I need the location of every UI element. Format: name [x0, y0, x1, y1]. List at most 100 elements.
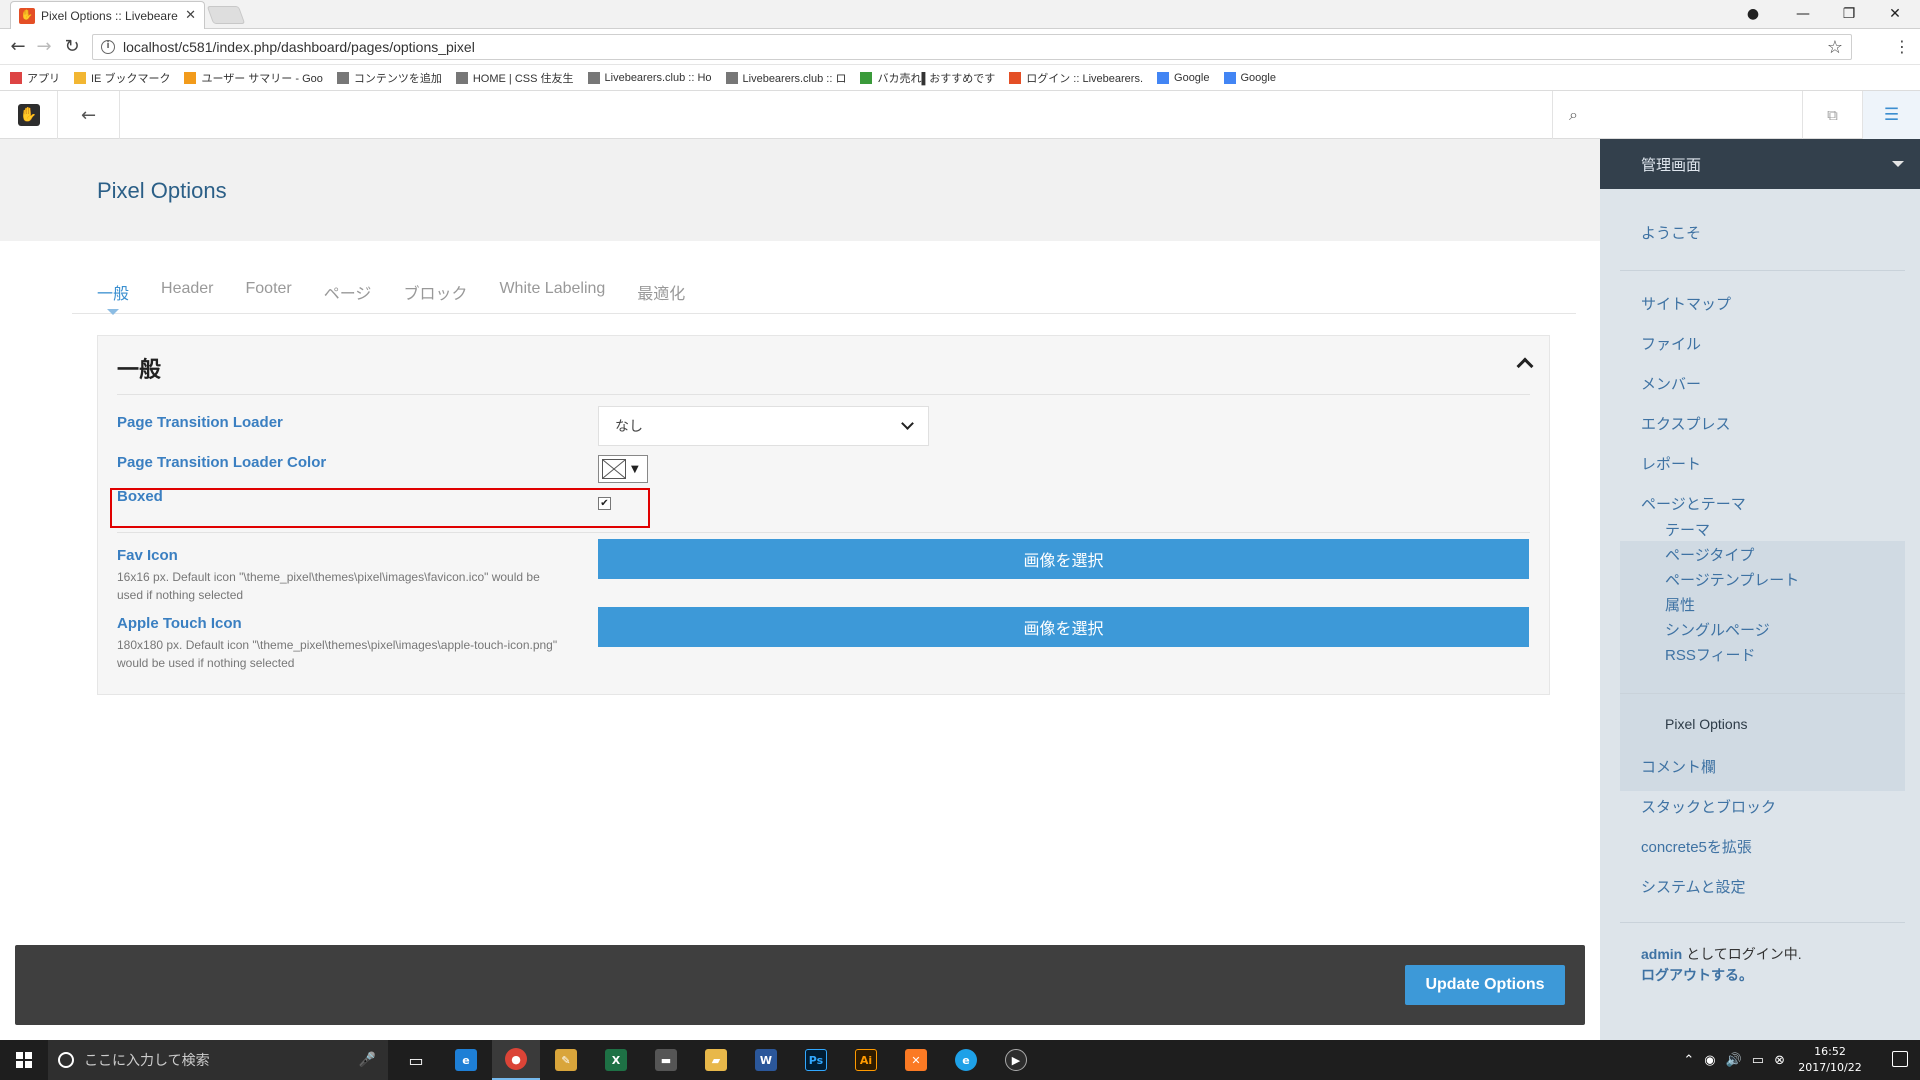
login-username[interactable]: admin [1641, 946, 1682, 962]
clock-time: 16:52 [1814, 1045, 1846, 1058]
dashboard-item[interactable]: コメント欄 [1641, 756, 1716, 777]
illustrator-icon[interactable]: Ai [842, 1040, 890, 1080]
back-arrow-icon[interactable]: ← [6, 35, 30, 59]
bookmark-favicon-icon [74, 71, 86, 84]
concrete5-logo[interactable]: ✋ [0, 91, 58, 139]
bookmark-item[interactable]: HOME | CSS 住友生 [455, 70, 574, 86]
tab-5[interactable]: White Labeling [499, 278, 605, 313]
boxed-checkbox[interactable]: ✔ [598, 497, 611, 510]
bookmark-item[interactable]: Google [1157, 71, 1210, 84]
new-tab-button[interactable] [206, 6, 246, 24]
bookmark-item[interactable]: Google [1223, 71, 1276, 84]
file-explorer-icon[interactable]: ▰ [692, 1040, 740, 1080]
dashboard-subitem[interactable]: RSSフィード [1665, 644, 1756, 665]
page-transition-loader-select[interactable]: なし [598, 406, 929, 446]
toolbar-search[interactable]: ⌕ [1552, 91, 1802, 139]
bookmark-item[interactable]: ユーザー サマリー - Goo [184, 70, 323, 86]
dashboard-subitem-current[interactable]: Pixel Options [1665, 716, 1747, 732]
tab-4[interactable]: ブロック [403, 278, 467, 313]
dashboard-divider [1620, 270, 1905, 271]
volume-icon[interactable]: 🔊 [1726, 1053, 1742, 1068]
multilingual-icon[interactable]: ⧉ [1802, 91, 1862, 139]
panel-title: 一般 [117, 358, 162, 383]
logout-link[interactable]: ログアウトする。 [1641, 965, 1753, 985]
task-view-icon[interactable]: ▭ [392, 1040, 440, 1080]
dashboard-divider [1620, 693, 1905, 694]
word-icon[interactable]: W [742, 1040, 790, 1080]
apple-touch-icon-select-image-button[interactable]: 画像を選択 [598, 607, 1529, 647]
tab-1[interactable]: Header [161, 278, 213, 313]
bookmark-favicon-icon [1157, 71, 1170, 84]
cortana-icon [58, 1052, 74, 1068]
ime-icon[interactable]: ⊗ [1774, 1053, 1785, 1068]
dashboard-item[interactable]: ファイル [1641, 333, 1701, 354]
dashboard-item[interactable]: メンバー [1641, 373, 1701, 394]
dashboard-subitem[interactable]: ページテンプレート [1665, 569, 1799, 590]
tab-0[interactable]: 一般 [97, 278, 129, 315]
dashboard-item[interactable]: スタックとブロック [1641, 796, 1776, 817]
tab-6[interactable]: 最適化 [637, 278, 685, 313]
bookmark-star-icon[interactable]: ☆ [1827, 37, 1843, 58]
network-icon[interactable]: ◉ [1704, 1053, 1715, 1068]
restore-icon[interactable]: ❐ [1826, 0, 1872, 28]
reload-icon[interactable]: ↻ [60, 35, 84, 59]
collapse-chevron-icon[interactable] [1516, 357, 1534, 375]
tray-chevron-up-icon[interactable]: ⌃ [1683, 1053, 1694, 1068]
internet-explorer-icon[interactable]: e [942, 1040, 990, 1080]
dashboard-header-label: 管理画面 [1641, 155, 1702, 174]
bookmark-item[interactable]: ログイン :: Livebearers. [1009, 70, 1143, 86]
tab-2[interactable]: Footer [246, 278, 292, 313]
chrome-icon[interactable]: ● [492, 1040, 540, 1080]
taskbar-search[interactable]: ここに入力して検索 🎤 [48, 1040, 388, 1080]
select-value: なし [615, 419, 643, 435]
tab-3[interactable]: ページ [324, 278, 372, 313]
dashboard-subitem[interactable]: テーマ [1665, 519, 1710, 540]
browser-tab[interactable]: ✋ Pixel Options :: Livebeare ✕ [10, 1, 205, 29]
browser-menu-icon[interactable]: ⋮ [1894, 37, 1910, 56]
url-input[interactable]: i localhost/c581/index.php/dashboard/pag… [92, 34, 1852, 60]
minimize-icon[interactable]: — [1780, 0, 1826, 28]
media-player-icon[interactable]: ▶ [992, 1040, 1040, 1080]
loader-color-picker[interactable]: ▼ [598, 455, 648, 483]
bookmark-item[interactable]: Livebearers.club :: Ho [587, 71, 712, 84]
toolbar-back-button[interactable]: ← [58, 91, 120, 139]
dashboard-subitem[interactable]: ページタイプ [1665, 544, 1754, 565]
excel-icon[interactable]: X [592, 1040, 640, 1080]
display-icon[interactable]: ▭ [1752, 1053, 1764, 1068]
paint-icon[interactable]: ✎ [542, 1040, 590, 1080]
close-tab-icon[interactable]: ✕ [185, 8, 196, 23]
window-close-icon[interactable]: ✕ [1872, 0, 1918, 28]
dashboard-item[interactable]: システムと設定 [1641, 876, 1746, 897]
bookmark-item[interactable]: IE ブックマーク [74, 70, 170, 86]
forward-arrow-icon[interactable]: → [32, 35, 56, 59]
dashboard-item[interactable]: ページとテーマ [1641, 493, 1746, 514]
site-info-icon[interactable]: i [101, 40, 115, 54]
dashboard-item-welcome[interactable]: ようこそ [1641, 222, 1701, 243]
microphone-icon[interactable]: 🎤 [359, 1052, 376, 1068]
terminal-icon[interactable]: ▬ [642, 1040, 690, 1080]
taskbar-clock[interactable]: 16:52 2017/10/22 [1790, 1044, 1870, 1076]
dashboard-item[interactable]: サイトマップ [1641, 293, 1731, 314]
photoshop-icon[interactable]: Ps [792, 1040, 840, 1080]
xampp-icon[interactable]: ✕ [892, 1040, 940, 1080]
fav-icon-select-image-button[interactable]: 画像を選択 [598, 539, 1529, 579]
dashboard-subitem[interactable]: シングルページ [1665, 619, 1770, 640]
bookmark-item[interactable]: コンテンツを追加 [336, 70, 442, 86]
bookmark-item[interactable]: Livebearers.club :: ロ [725, 70, 846, 86]
edge-icon[interactable]: e [442, 1040, 490, 1080]
dashboard-toggle-icon[interactable]: ☰ [1862, 91, 1920, 139]
fav-icon-label: Fav Icon [117, 547, 178, 564]
bookmark-favicon-icon [725, 71, 738, 84]
profile-icon[interactable]: ● [1730, 0, 1776, 28]
dashboard-header[interactable]: 管理画面 [1600, 139, 1920, 189]
dashboard-item[interactable]: エクスプレス [1641, 413, 1731, 434]
dashboard-item[interactable]: レポート [1641, 453, 1701, 474]
bookmark-item[interactable]: アプリ [10, 70, 60, 86]
notification-center-icon[interactable] [1892, 1051, 1908, 1067]
dashboard-panel: 管理画面 ようこそサイトマップ ファイルメンバーエクスプレス レポートページとテーマ… [1600, 139, 1920, 1040]
dashboard-item[interactable]: concrete5を拡張 [1641, 836, 1752, 857]
update-options-button[interactable]: Update Options [1405, 965, 1565, 1005]
start-button[interactable] [0, 1040, 48, 1080]
bookmark-item[interactable]: バカ売れ▌おすすめです [860, 70, 995, 86]
dashboard-subitem[interactable]: 属性 [1665, 594, 1695, 615]
